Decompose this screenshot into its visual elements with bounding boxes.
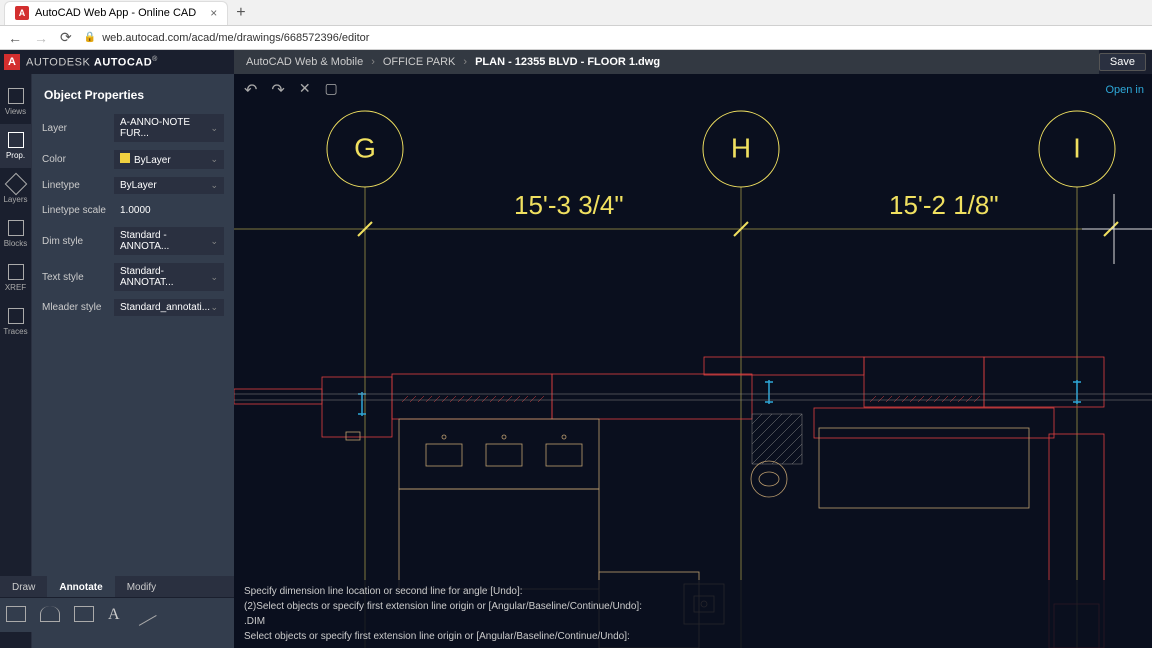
prop-textstyle: Text style Standard-ANNOTAT...⌄ xyxy=(32,259,234,295)
traces-icon xyxy=(8,308,24,324)
cmd-history-line: (2)Select objects or specify first exten… xyxy=(244,599,1142,614)
breadcrumb-file[interactable]: PLAN - 12355 BLVD - FLOOR 1.dwg xyxy=(475,56,660,68)
browser-url-bar: ← → ⟳ 🔒 web.autocad.com/acad/me/drawings… xyxy=(0,26,1152,50)
cmd-history-line: .DIM xyxy=(244,614,1142,629)
ltscale-input[interactable]: 1.0000 xyxy=(114,202,224,219)
panel-title: Object Properties xyxy=(32,80,234,110)
chevron-down-icon: ⌄ xyxy=(210,154,218,165)
leader-icon[interactable] xyxy=(131,602,156,626)
logo-area: A AUTODESK AUTOCAD® xyxy=(0,50,234,74)
new-tab-icon[interactable]: + xyxy=(236,4,245,22)
dim-linear-icon[interactable] xyxy=(6,606,26,622)
color-dropdown[interactable]: ByLayer⌄ xyxy=(114,150,224,169)
svg-text:G: G xyxy=(354,132,376,163)
tab-title: AutoCAD Web App - Online CAD xyxy=(35,7,196,19)
prop-layer: Layer A-ANNO-NOTE FUR...⌄ xyxy=(32,110,234,146)
svg-text:H: H xyxy=(731,132,751,163)
close-icon[interactable]: × xyxy=(210,6,217,20)
views-icon xyxy=(8,88,24,104)
chevron-down-icon: ⌄ xyxy=(210,302,218,313)
properties-panel: Object Properties Layer A-ANNO-NOTE FUR.… xyxy=(32,50,234,648)
prop-color: Color ByLayer⌄ xyxy=(32,146,234,173)
drawing-canvas[interactable]: ↶ ↷ ✕ ▢ Open in G H I 15'-3 3/4" 15'-2 1… xyxy=(234,74,1152,648)
dim-angular-icon[interactable] xyxy=(74,606,94,622)
chevron-down-icon: ⌄ xyxy=(210,272,218,283)
svg-text:15'-2 1/8": 15'-2 1/8" xyxy=(889,190,999,220)
chevron-down-icon: ⌄ xyxy=(210,180,218,191)
blocks-icon xyxy=(8,220,24,236)
tab-draw[interactable]: Draw xyxy=(0,576,47,599)
color-swatch xyxy=(120,153,130,163)
dim-aligned-icon[interactable] xyxy=(40,606,60,622)
textstyle-dropdown[interactable]: Standard-ANNOTAT...⌄ xyxy=(114,263,224,291)
url-field[interactable]: 🔒 web.autocad.com/acad/me/drawings/66857… xyxy=(84,32,1144,44)
linetype-dropdown[interactable]: ByLayer⌄ xyxy=(114,177,224,194)
brand-text: AUTODESK AUTOCAD® xyxy=(26,56,158,69)
app-topbar: A AUTODESK AUTOCAD® AutoCAD Web & Mobile… xyxy=(0,50,1152,74)
cmd-history-line: Specify dimension line location or secon… xyxy=(244,584,1142,599)
text-icon[interactable]: A xyxy=(108,606,120,624)
breadcrumb-mid[interactable]: OFFICE PARK xyxy=(383,56,456,68)
xref-icon xyxy=(8,264,24,280)
properties-icon xyxy=(8,132,24,148)
rail-layers[interactable]: Layers xyxy=(0,168,31,212)
chevron-down-icon: ⌄ xyxy=(210,123,218,134)
tab-annotate[interactable]: Annotate xyxy=(47,576,114,599)
chevron-right-icon: › xyxy=(463,56,467,68)
lock-icon: 🔒 xyxy=(84,32,96,43)
mode-tabs: Draw Annotate Modify xyxy=(0,576,234,599)
left-rail: Views Prop. Layers Blocks XREF Traces xyxy=(0,50,32,648)
cad-drawing: G H I 15'-3 3/4" 15'-2 1/8" xyxy=(234,74,1152,648)
layer-dropdown[interactable]: A-ANNO-NOTE FUR...⌄ xyxy=(114,114,224,142)
rail-views[interactable]: Views xyxy=(0,80,31,124)
layers-icon xyxy=(4,173,27,196)
rail-blocks[interactable]: Blocks xyxy=(0,212,31,256)
mleaderstyle-dropdown[interactable]: Standard_annotati...⌄ xyxy=(114,299,224,316)
prop-dimstyle: Dim style Standard - ANNOTA...⌄ xyxy=(32,223,234,259)
rail-xref[interactable]: XREF xyxy=(0,256,31,300)
cmd-prompt-line: Select objects or specify first extensio… xyxy=(244,629,1142,644)
chevron-down-icon: ⌄ xyxy=(210,236,218,247)
chevron-right-icon: › xyxy=(371,56,375,68)
tab-modify[interactable]: Modify xyxy=(115,576,168,599)
breadcrumb-root[interactable]: AutoCAD Web & Mobile xyxy=(246,56,363,68)
autocad-logo-icon: A xyxy=(4,54,20,70)
save-button[interactable]: Save xyxy=(1099,53,1146,71)
annotate-toolbar: A xyxy=(0,597,234,632)
back-icon[interactable]: ← xyxy=(8,30,22,46)
rail-properties[interactable]: Prop. xyxy=(0,124,31,168)
breadcrumb: AutoCAD Web & Mobile › OFFICE PARK › PLA… xyxy=(234,50,1099,74)
dimstyle-dropdown[interactable]: Standard - ANNOTA...⌄ xyxy=(114,227,224,255)
browser-tab[interactable]: A AutoCAD Web App - Online CAD × xyxy=(4,1,228,25)
svg-text:I: I xyxy=(1073,132,1081,163)
prop-mleaderstyle: Mleader style Standard_annotati...⌄ xyxy=(32,295,234,320)
autocad-favicon: A xyxy=(15,6,29,20)
prop-ltscale: Linetype scale 1.0000 xyxy=(32,198,234,223)
prop-linetype: Linetype ByLayer⌄ xyxy=(32,173,234,198)
rail-traces[interactable]: Traces xyxy=(0,300,31,344)
svg-text:15'-3 3/4": 15'-3 3/4" xyxy=(514,190,624,220)
forward-icon[interactable]: → xyxy=(34,30,48,46)
command-line[interactable]: Specify dimension line location or secon… xyxy=(234,580,1152,648)
reload-icon[interactable]: ⟳ xyxy=(60,29,72,46)
browser-tab-strip: A AutoCAD Web App - Online CAD × + xyxy=(0,0,1152,26)
url-text: web.autocad.com/acad/me/drawings/6685723… xyxy=(102,32,369,44)
